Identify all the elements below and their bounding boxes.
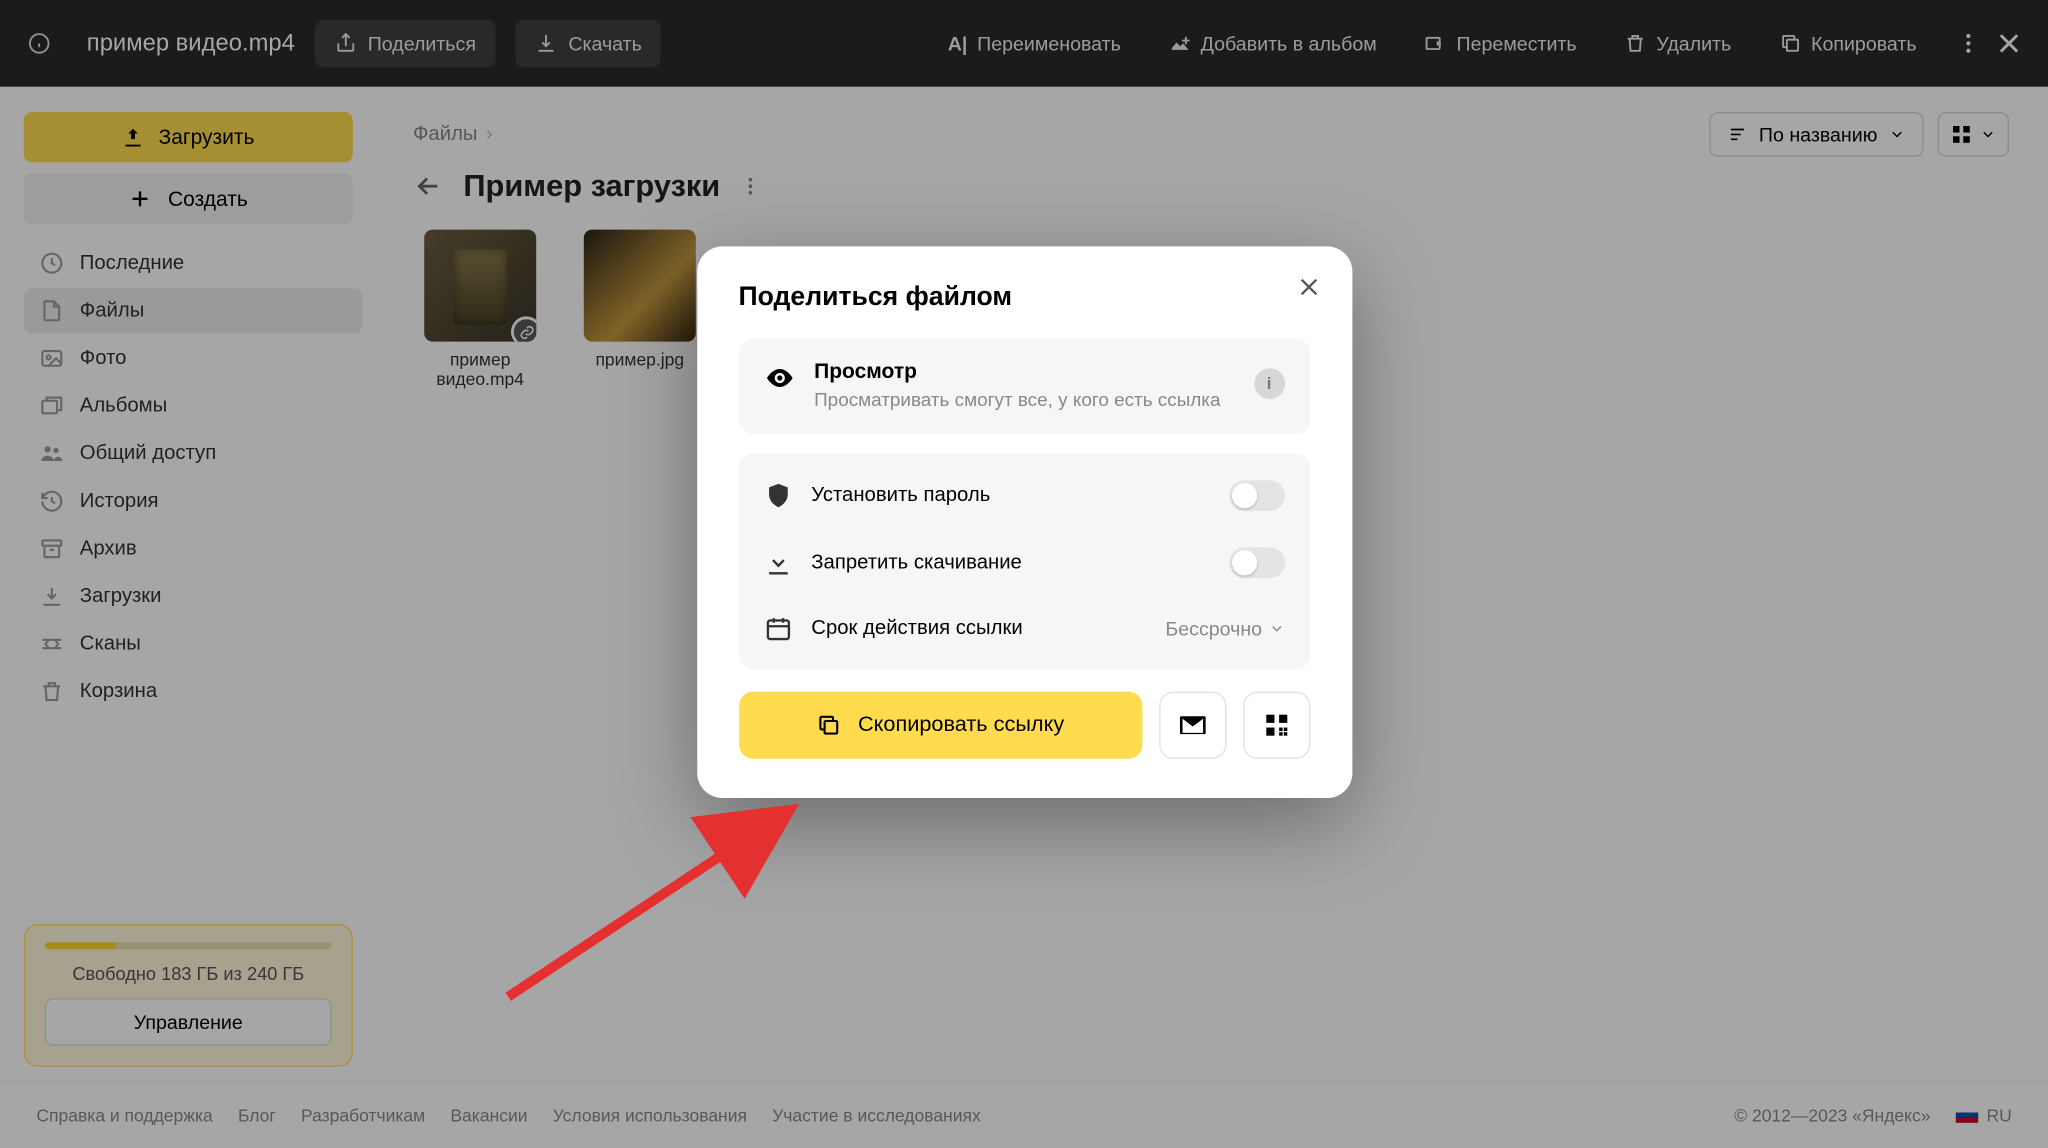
archive-icon bbox=[39, 536, 64, 561]
option-row-password: Установить пароль bbox=[764, 462, 1285, 529]
trash-icon bbox=[39, 679, 64, 704]
info-icon[interactable] bbox=[25, 29, 53, 57]
sidebar-item-recent[interactable]: Последние bbox=[24, 241, 363, 286]
expiry-dropdown[interactable]: Бессрочно bbox=[1165, 618, 1284, 640]
footer-link[interactable]: Вакансии bbox=[450, 1105, 527, 1125]
link-badge-icon bbox=[511, 316, 536, 341]
permission-desc: Просматривать смогут все, у кого есть сс… bbox=[814, 388, 1234, 414]
photo-icon bbox=[39, 346, 64, 371]
create-button[interactable]: Создать bbox=[24, 174, 353, 224]
sort-button[interactable]: По названию bbox=[1710, 112, 1924, 157]
no-download-toggle[interactable] bbox=[1229, 548, 1285, 579]
option-row-no-download: Запретить скачивание bbox=[764, 530, 1285, 597]
shield-icon bbox=[764, 482, 792, 510]
delete-button[interactable]: Удалить bbox=[1610, 24, 1745, 63]
chevron-down-icon bbox=[1980, 126, 1997, 143]
permission-box[interactable]: Просмотр Просматривать смогут все, у ког… bbox=[739, 339, 1310, 435]
email-share-button[interactable] bbox=[1159, 692, 1226, 759]
file-icon bbox=[39, 298, 64, 323]
quota-card: Свободно 183 ГБ из 240 ГБ Управление bbox=[24, 924, 353, 1067]
breadcrumb[interactable]: Файлы› bbox=[413, 123, 501, 145]
more-icon[interactable] bbox=[1956, 31, 1981, 56]
sidebar-item-history[interactable]: История bbox=[24, 479, 363, 524]
qr-icon bbox=[1262, 712, 1290, 740]
file-label: пример.jpg bbox=[573, 350, 707, 370]
sidebar-item-files[interactable]: Файлы bbox=[24, 288, 363, 333]
sidebar-item-archive[interactable]: Архив bbox=[24, 526, 363, 571]
move-button[interactable]: Переместить bbox=[1410, 24, 1590, 63]
sidebar-item-trash[interactable]: Корзина bbox=[24, 669, 363, 714]
sidebar-item-downloads[interactable]: Загрузки bbox=[24, 574, 363, 619]
download-icon bbox=[39, 584, 64, 609]
file-thumbnail bbox=[424, 230, 536, 342]
quota-text: Свободно 183 ГБ из 240 ГБ bbox=[45, 963, 332, 984]
file-name: пример видео.mp4 bbox=[87, 29, 295, 57]
permission-title: Просмотр bbox=[814, 360, 1234, 384]
options-box: Установить пароль Запретить скачивание С… bbox=[739, 454, 1310, 670]
file-label: пример видео.mp4 bbox=[413, 350, 547, 389]
grid-icon bbox=[1950, 123, 1972, 145]
back-arrow-icon[interactable] bbox=[413, 171, 444, 202]
album-icon bbox=[39, 393, 64, 418]
modal-title: Поделиться файлом bbox=[739, 283, 1310, 314]
footer-link[interactable]: Справка и поддержка bbox=[36, 1105, 212, 1125]
people-icon bbox=[39, 441, 64, 466]
file-item[interactable]: пример.jpg bbox=[573, 230, 707, 390]
file-item[interactable]: пример видео.mp4 bbox=[413, 230, 547, 390]
manage-button[interactable]: Управление bbox=[45, 998, 332, 1046]
copy-button[interactable]: Копировать bbox=[1765, 24, 1931, 63]
file-action-topbar: пример видео.mp4 Поделиться Скачать A|Пе… bbox=[0, 0, 2048, 87]
clock-icon bbox=[39, 251, 64, 276]
qr-share-button[interactable] bbox=[1243, 692, 1310, 759]
file-thumbnail bbox=[584, 230, 696, 342]
footer-copyright: © 2012—2023 «Яндекс» bbox=[1734, 1105, 1930, 1125]
option-row-expiry: Срок действия ссылки Бессрочно bbox=[764, 597, 1285, 661]
sidebar-item-shared[interactable]: Общий доступ bbox=[24, 431, 363, 476]
sidebar: Загрузить Создать Последние Файлы Фото А… bbox=[0, 87, 385, 1148]
footer: Справка и поддержка Блог Разработчикам В… bbox=[0, 1081, 2048, 1148]
download-block-icon bbox=[764, 549, 792, 577]
folder-title: Пример загрузки bbox=[463, 168, 720, 204]
nav-list: Последние Файлы Фото Альбомы Общий досту… bbox=[24, 241, 363, 714]
footer-link[interactable]: Блог bbox=[238, 1105, 276, 1125]
upload-button[interactable]: Загрузить bbox=[24, 112, 353, 162]
password-toggle[interactable] bbox=[1229, 481, 1285, 512]
copy-link-button[interactable]: Скопировать ссылку bbox=[739, 692, 1142, 759]
close-icon[interactable] bbox=[1995, 29, 2023, 57]
view-toggle-button[interactable] bbox=[1938, 112, 2009, 157]
quota-bar bbox=[45, 942, 332, 949]
share-modal: Поделиться файлом Просмотр Просматривать… bbox=[697, 246, 1352, 798]
download-button[interactable]: Скачать bbox=[515, 20, 661, 68]
scan-icon bbox=[39, 631, 64, 656]
language-switcher[interactable]: RU bbox=[1956, 1105, 2012, 1125]
more-icon[interactable] bbox=[740, 175, 762, 197]
flag-ru-icon bbox=[1956, 1107, 1978, 1122]
history-icon bbox=[39, 489, 64, 514]
share-button[interactable]: Поделиться bbox=[314, 20, 495, 68]
chevron-down-icon bbox=[1889, 126, 1906, 143]
sidebar-item-scans[interactable]: Сканы bbox=[24, 622, 363, 667]
mail-icon bbox=[1177, 710, 1208, 741]
footer-link[interactable]: Разработчикам bbox=[301, 1105, 425, 1125]
info-icon[interactable]: i bbox=[1254, 368, 1285, 399]
sidebar-item-photo[interactable]: Фото bbox=[24, 336, 363, 381]
close-icon[interactable] bbox=[1290, 269, 1326, 305]
footer-link[interactable]: Условия использования bbox=[553, 1105, 747, 1125]
sidebar-item-albums[interactable]: Альбомы bbox=[24, 384, 363, 429]
add-to-album-button[interactable]: Добавить в альбом bbox=[1154, 24, 1390, 63]
rename-button[interactable]: A|Переименовать bbox=[934, 24, 1135, 63]
chevron-down-icon bbox=[1268, 621, 1285, 638]
calendar-icon bbox=[764, 615, 792, 643]
eye-icon bbox=[764, 363, 795, 394]
footer-link[interactable]: Участие в исследованиях bbox=[772, 1105, 981, 1125]
